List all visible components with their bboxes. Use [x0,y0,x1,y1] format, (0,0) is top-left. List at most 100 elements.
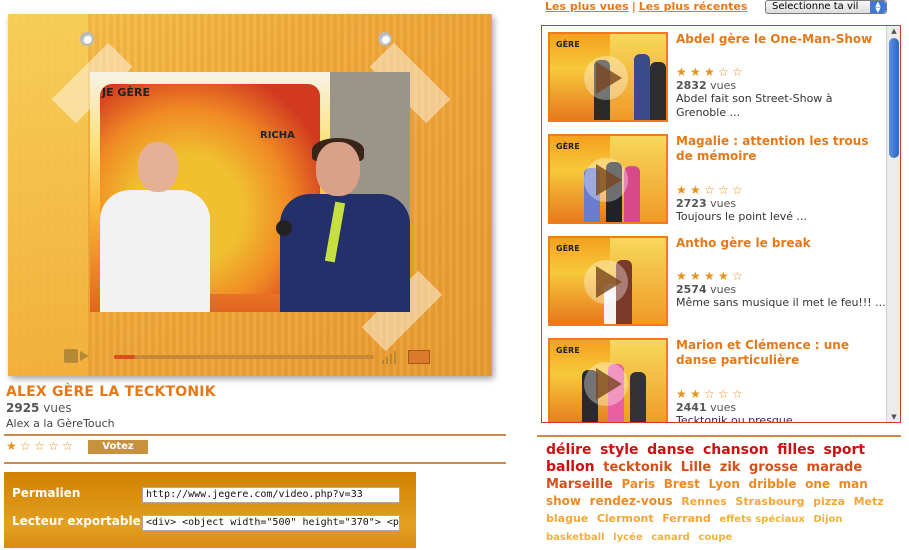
list-item-title[interactable]: Marion et Clémence : une danse particuli… [676,338,888,368]
video-thumbnail[interactable]: GÈRE [548,338,668,422]
star-empty-icon[interactable]: ☆ [34,440,47,453]
star-empty-icon[interactable]: ☆ [718,184,732,197]
play-icon[interactable] [596,62,622,94]
tag-link[interactable]: zik [720,460,741,475]
star-filled-icon[interactable]: ★ [6,440,19,453]
star-filled-icon[interactable]: ★ [704,66,718,79]
tag-link[interactable]: Metz [854,495,884,508]
list-item-title[interactable]: Antho gère le break [676,236,888,251]
play-icon[interactable] [596,164,622,196]
tag-link[interactable]: Clermont [597,512,654,525]
tag-link[interactable]: man [839,477,868,491]
play-icon[interactable] [596,368,622,400]
permalink-field[interactable]: http://www.jegere.com/video.php?v=33 [142,487,400,503]
tag-link[interactable]: show [546,494,581,508]
star-filled-icon[interactable]: ★ [676,270,690,283]
star-empty-icon[interactable]: ☆ [732,184,746,197]
play-icon[interactable] [596,266,622,298]
star-empty-icon[interactable]: ☆ [732,388,746,401]
star-filled-icon[interactable]: ★ [676,184,690,197]
star-filled-icon[interactable]: ★ [704,270,718,283]
progress-track[interactable] [114,355,374,359]
thumbnail-figure [650,62,666,120]
star-empty-icon[interactable]: ☆ [20,440,33,453]
list-item[interactable]: GÈRE Marion et Clémence : une danse parti… [548,338,878,422]
tag-link[interactable]: basketball [546,532,605,543]
list-item[interactable]: GÈRE Antho gère le break ★ ★ ★ ★ ☆ 2574 vues Mêm… [548,236,886,336]
star-filled-icon[interactable]: ★ [676,388,690,401]
star-filled-icon[interactable]: ★ [690,270,704,283]
list-item-views-label: vues [706,401,737,414]
tag-link[interactable]: marade [807,460,863,475]
tag-link[interactable]: dribble [748,477,796,491]
video-thumbnail[interactable]: GÈRE [548,134,668,224]
star-filled-icon[interactable]: ★ [690,388,704,401]
list-item-rating: ★ ★ ★ ☆ ☆ [676,66,746,79]
tag-link[interactable]: Lyon [708,477,739,491]
thumbnail-logo-text: GÈRE [556,244,580,253]
tag-link[interactable]: style [600,442,638,458]
play-icon[interactable] [80,351,89,361]
tag-link[interactable]: lycée [613,532,642,543]
vote-button[interactable]: Votez [88,440,148,454]
tag-link[interactable]: effets spéciaux [719,514,804,525]
tag-link[interactable]: chanson [703,442,769,458]
stop-icon[interactable] [64,349,78,363]
tag-link[interactable]: Strasbourg [735,495,804,508]
fullscreen-icon[interactable] [408,350,430,364]
tag-link[interactable]: Marseille [546,477,613,492]
tag-link[interactable]: danse [647,442,694,458]
star-filled-icon[interactable]: ★ [718,270,732,283]
scroll-up-icon[interactable]: ▲ [887,26,900,36]
star-empty-icon[interactable]: ☆ [718,66,732,79]
list-scrollbar[interactable]: ▲ ▼ [886,26,900,422]
tag-link[interactable]: sport [824,442,866,458]
list-item-title[interactable]: Abdel gère le One-Man-Show [676,32,888,47]
star-empty-icon[interactable]: ☆ [704,184,718,197]
tag-link[interactable]: grosse [749,460,798,475]
star-empty-icon[interactable]: ☆ [704,388,718,401]
video-player[interactable]: JE GÈRE RICHA [8,14,492,376]
tag-link[interactable]: Paris [621,477,655,491]
tag-link[interactable]: délire [546,442,592,458]
list-item[interactable]: GÈRE Abdel gère le One-Man-Show ★ ★ ★ ☆ ☆ 2832 … [548,32,878,132]
star-filled-icon[interactable]: ★ [690,66,704,79]
star-empty-icon[interactable]: ☆ [718,388,732,401]
tag-link[interactable]: filles [777,442,815,458]
tag-link[interactable]: Dijon [813,514,842,525]
video-views-count: 2925 [6,401,40,415]
tag-link[interactable]: canard [651,532,690,543]
tag-link[interactable]: ballon [546,459,595,475]
tag-link[interactable]: rendez-vous [590,494,673,508]
thumbnail-logo-text: GÈRE [556,40,580,49]
tag-link[interactable]: Ferrand [662,512,711,525]
embed-code-field[interactable]: <div> <object width="500" height="370"> … [142,515,400,531]
tag-link[interactable]: Brest [664,477,700,491]
tag-link[interactable]: tecktonik [603,460,672,475]
tag-link[interactable]: coupe [698,532,732,543]
tag-link[interactable]: Rennes [681,495,727,508]
video-list: GÈRE Abdel gère le One-Man-Show ★ ★ ★ ☆ ☆ 2832 … [541,25,901,423]
volume-icon[interactable] [382,350,400,364]
star-empty-icon[interactable]: ☆ [732,270,746,283]
scroll-down-icon[interactable]: ▼ [887,412,900,422]
scrollbar-thumb[interactable] [889,38,899,158]
video-thumbnail[interactable]: GÈRE [548,236,668,326]
tag-link[interactable]: blague [546,512,588,525]
star-filled-icon[interactable]: ★ [690,184,704,197]
most-recent-link[interactable]: Les plus récentes [639,0,748,13]
tag-link[interactable]: Lille [681,460,711,475]
star-empty-icon[interactable]: ☆ [732,66,746,79]
city-select[interactable]: Selectionne ta vil ▲ ▼ [765,0,887,14]
star-filled-icon[interactable]: ★ [676,66,690,79]
list-item-title[interactable]: Magalie : attention les trous de mémoire [676,134,888,164]
star-empty-icon[interactable]: ☆ [48,440,61,453]
list-item[interactable]: GÈRE Magalie : attention les trous de mém… [548,134,878,234]
tag-link[interactable]: pizza [813,495,845,508]
star-empty-icon[interactable]: ☆ [62,440,75,453]
most-viewed-link[interactable]: Les plus vues [545,0,629,13]
video-thumbnail[interactable]: GÈRE [548,32,668,122]
rating-stars[interactable]: ★ ☆ ☆ ☆ ☆ [6,440,75,454]
tag-link[interactable]: one [805,477,830,491]
video-frame[interactable]: JE GÈRE RICHA [90,72,410,312]
